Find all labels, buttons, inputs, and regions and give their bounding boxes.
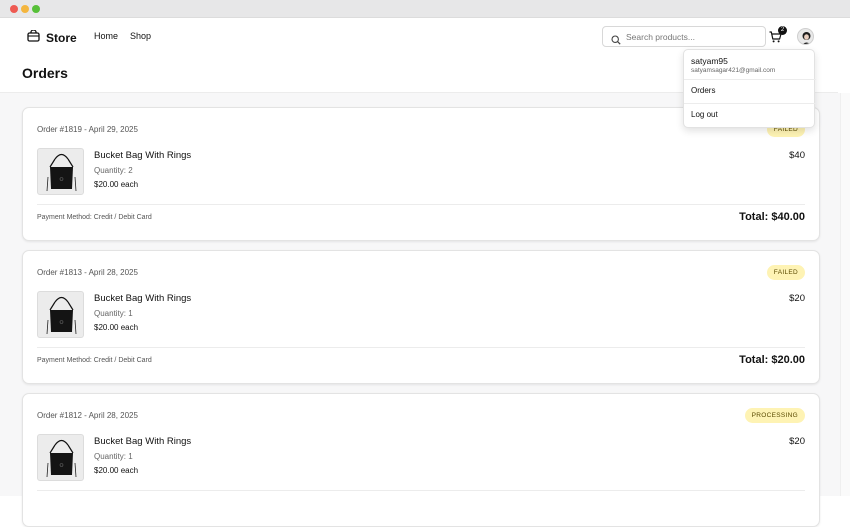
page-title: Orders xyxy=(22,65,68,81)
menu-email: satyamsagar421@gmail.com xyxy=(691,67,776,74)
item-unit-price: $20.00 each xyxy=(94,466,139,475)
nav-link-home[interactable]: Home xyxy=(94,31,118,41)
payment-method: Payment Method: Credit / Debit Card xyxy=(37,214,152,221)
cart-count-badge: 2 xyxy=(778,26,787,35)
item-quantity: Quantity: 1 xyxy=(94,309,133,318)
item-quantity: Quantity: 1 xyxy=(94,452,133,461)
status-badge: PROCESSING xyxy=(744,408,805,423)
order-header: Order #1819 - April 29, 2025 xyxy=(37,125,138,134)
product-image xyxy=(37,291,84,338)
item-name[interactable]: Bucket Bag With Rings xyxy=(94,293,191,304)
minimize-window-button[interactable] xyxy=(21,5,29,13)
card-divider xyxy=(37,347,805,348)
order-header: Order #1812 - April 28, 2025 xyxy=(37,411,138,420)
menu-item-logout[interactable]: Log out xyxy=(691,110,718,119)
payment-method: Payment Method: Credit / Debit Card xyxy=(37,357,152,364)
item-unit-price: $20.00 each xyxy=(94,323,139,332)
avatar[interactable] xyxy=(797,28,814,45)
brand-name: Store xyxy=(46,31,77,45)
order-total: Total: $20.00 xyxy=(739,354,805,366)
store-icon xyxy=(27,29,40,47)
product-image xyxy=(37,434,84,481)
menu-divider xyxy=(684,79,816,80)
item-name[interactable]: Bucket Bag With Rings xyxy=(94,436,191,447)
status-badge: FAILED xyxy=(766,265,805,280)
search-input[interactable] xyxy=(626,30,761,44)
menu-divider xyxy=(684,103,816,104)
nav-link-shop[interactable]: Shop xyxy=(130,31,151,41)
search-box xyxy=(602,26,766,47)
order-card: Order #1812 - April 28, 2025 PROCESSING … xyxy=(22,393,820,527)
close-window-button[interactable] xyxy=(10,5,18,13)
item-line-total: $20 xyxy=(789,436,805,447)
card-divider xyxy=(37,204,805,205)
product-image xyxy=(37,148,84,195)
page-scrollbar[interactable] xyxy=(840,93,850,496)
brand-link[interactable]: Store xyxy=(27,29,77,47)
item-quantity: Quantity: 2 xyxy=(94,166,133,175)
window-titlebar xyxy=(0,0,850,18)
item-name[interactable]: Bucket Bag With Rings xyxy=(94,150,191,161)
order-total: Total: $40.00 xyxy=(739,211,805,223)
card-divider xyxy=(37,490,805,491)
item-line-total: $40 xyxy=(789,150,805,161)
user-menu: satyam95 satyamsagar421@gmail.com Orders… xyxy=(683,49,816,128)
orders-list: Order #1819 - April 29, 2025 FAILED Buck… xyxy=(0,93,850,527)
order-card: Order #1813 - April 28, 2025 FAILED Buck… xyxy=(22,250,820,384)
order-header: Order #1813 - April 28, 2025 xyxy=(37,268,138,277)
maximize-window-button[interactable] xyxy=(32,5,40,13)
item-line-total: $20 xyxy=(789,293,805,304)
menu-username: satyam95 xyxy=(691,56,728,66)
item-unit-price: $20.00 each xyxy=(94,180,139,189)
menu-item-orders[interactable]: Orders xyxy=(691,86,715,95)
search-icon xyxy=(611,32,621,50)
